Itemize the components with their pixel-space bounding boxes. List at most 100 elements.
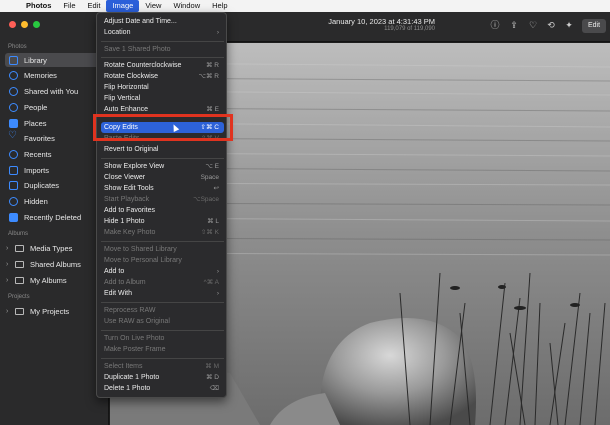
minimize-window-button[interactable]: [21, 21, 28, 28]
folder-icon: [15, 244, 24, 252]
favorite-icon[interactable]: ♡: [528, 20, 538, 30]
menu-photos[interactable]: Photos: [20, 0, 57, 12]
shared-with-you-icon: [9, 86, 18, 96]
sidebar-item-my-projects[interactable]: › My Projects: [5, 304, 103, 318]
sidebar-item-my-albums[interactable]: › My Albums: [5, 273, 103, 287]
photo-date-title: January 10, 2023 at 4:31:43 PM: [328, 17, 435, 26]
menu-item-edit-with[interactable]: Edit With ›: [101, 288, 224, 299]
menu-image[interactable]: Image: [106, 0, 140, 12]
sidebar-item-favorites[interactable]: Favorites: [5, 130, 103, 145]
chevron-right-icon[interactable]: ›: [6, 277, 14, 284]
menu-item-duplicate-photo[interactable]: Duplicate 1 Photo ⌘ D: [101, 372, 224, 383]
places-icon: [9, 118, 18, 128]
close-window-button[interactable]: [9, 21, 16, 28]
menu-item-save-shared-photo: Save 1 Shared Photo: [104, 46, 171, 53]
menu-item-close-viewer[interactable]: Close Viewer Space: [101, 172, 224, 183]
chevron-right-icon: ›: [216, 268, 219, 275]
sidebar-item-label: Recents: [24, 149, 52, 159]
sidebar-item-label: Media Types: [30, 243, 73, 253]
menu-item-adjust-date-and-time[interactable]: Adjust Date and Time...: [101, 16, 224, 27]
sidebar-item-label: My Albums: [30, 275, 67, 285]
sidebar-item-places[interactable]: Places: [5, 116, 103, 130]
imports-icon: [9, 165, 18, 175]
zoom-window-button[interactable]: [33, 21, 40, 28]
menu-item-make-key-photo: Make Key Photo ⇧⌘ K: [104, 229, 219, 236]
menu-item-flip-vertical[interactable]: Flip Vertical: [101, 93, 224, 104]
sidebar-item-media-types[interactable]: › Media Types: [5, 241, 103, 255]
sidebar-item-label: Shared with You: [24, 86, 79, 96]
hidden-icon: [9, 196, 18, 206]
sidebar-item-library[interactable]: Library: [5, 53, 103, 67]
sidebar-item-recents[interactable]: Recents: [5, 147, 103, 161]
menu-item-turn-on-live-photo: Turn On Live Photo: [104, 335, 165, 342]
chevron-right-icon[interactable]: ›: [6, 261, 14, 268]
sidebar-item-label: Duplicates: [24, 180, 60, 190]
menu-item-show-edit-tools[interactable]: Show Edit Tools ↩: [101, 183, 224, 194]
projects-section-header: Projects: [8, 294, 30, 300]
sidebar-item-shared-albums[interactable]: › Shared Albums: [5, 257, 103, 271]
highlight-annotation-box: [93, 114, 233, 141]
sidebar-item-label: Imports: [24, 165, 50, 175]
sidebar-item-label: Recently Deleted: [24, 212, 82, 222]
menu-item-location[interactable]: Location ›: [101, 27, 224, 38]
menubar: Photos File Edit Image View Window Help: [0, 0, 610, 12]
menu-item-reprocess-raw: Reprocess RAW: [104, 307, 156, 314]
menu-item-show-explore-view[interactable]: Show Explore View ⌥ E: [101, 161, 224, 172]
menu-window[interactable]: Window: [167, 0, 206, 12]
window-controls: [9, 21, 40, 28]
menu-separator: [101, 358, 224, 359]
chevron-right-icon[interactable]: ›: [6, 308, 14, 315]
sidebar-item-hidden[interactable]: Hidden: [5, 194, 103, 208]
recents-icon: [9, 149, 18, 159]
sidebar-item-people[interactable]: People: [5, 100, 103, 114]
share-icon[interactable]: ⇪: [509, 20, 519, 30]
menu-separator: [101, 158, 224, 159]
auto-enhance-icon[interactable]: ✦: [564, 20, 574, 30]
menu-item-flip-horizontal[interactable]: Flip Horizontal: [101, 82, 224, 93]
photos-section-header: Photos: [8, 44, 27, 50]
menu-item-add-to[interactable]: Add to ›: [101, 266, 224, 277]
menu-edit[interactable]: Edit: [82, 0, 107, 12]
sidebar-item-label: Favorites: [24, 133, 55, 143]
sidebar-item-memories[interactable]: Memories: [5, 68, 103, 82]
edit-button[interactable]: Edit: [582, 19, 606, 33]
photos-window: Photos Library Memories Shared with You …: [0, 12, 610, 425]
menu-item-rotate-counterclockwise[interactable]: Rotate Counterclockwise ⌘ R: [101, 60, 224, 71]
menu-item-delete-photo[interactable]: Delete 1 Photo ⌫: [101, 383, 224, 394]
sidebar-item-imports[interactable]: Imports: [5, 163, 103, 177]
menu-separator: [101, 241, 224, 242]
sidebar-item-recently-deleted[interactable]: Recently Deleted: [5, 210, 103, 224]
sidebar: Photos Library Memories Shared with You …: [0, 12, 109, 425]
sidebar-item-shared-with-you[interactable]: Shared with You: [5, 84, 103, 98]
folder-icon: [15, 307, 24, 315]
sidebar-item-label: Library: [24, 55, 47, 65]
memories-icon: [9, 70, 18, 80]
sidebar-item-label: Places: [24, 118, 47, 128]
menu-separator: [101, 330, 224, 331]
photo-count: 119,079 of 119,090: [384, 26, 435, 32]
menu-file[interactable]: File: [57, 0, 81, 12]
menu-item-start-playback: Start Playback ⌥Space: [104, 196, 219, 203]
menu-item-hide-photo[interactable]: Hide 1 Photo ⌘ L: [101, 216, 224, 227]
folder-icon: [15, 276, 24, 284]
chevron-right-icon: ›: [216, 290, 219, 297]
sidebar-item-duplicates[interactable]: Duplicates: [5, 178, 103, 192]
sidebar-item-label: Hidden: [24, 196, 48, 206]
favorites-icon: [8, 130, 18, 143]
info-icon[interactable]: ⓘ: [490, 20, 500, 30]
library-icon: [9, 55, 18, 65]
people-icon: [9, 102, 18, 112]
rotate-icon[interactable]: ⟲: [546, 20, 556, 30]
image-menu-dropdown: Adjust Date and Time... Location › Save 1…: [96, 12, 227, 398]
menu-view[interactable]: View: [139, 0, 167, 12]
menu-item-select-items: Select Items ⌘ M: [104, 363, 219, 370]
menu-item-revert-to-original[interactable]: Revert to Original: [101, 144, 224, 155]
sidebar-item-label: People: [24, 102, 48, 112]
trash-icon: [9, 212, 18, 222]
menu-item-rotate-clockwise[interactable]: Rotate Clockwise ⌥⌘ R: [101, 71, 224, 82]
sidebar-item-label: My Projects: [30, 306, 70, 316]
menu-item-add-to-favorites[interactable]: Add to Favorites: [101, 205, 224, 216]
menu-help[interactable]: Help: [206, 0, 233, 12]
chevron-right-icon[interactable]: ›: [6, 245, 14, 252]
menu-separator: [101, 41, 224, 42]
